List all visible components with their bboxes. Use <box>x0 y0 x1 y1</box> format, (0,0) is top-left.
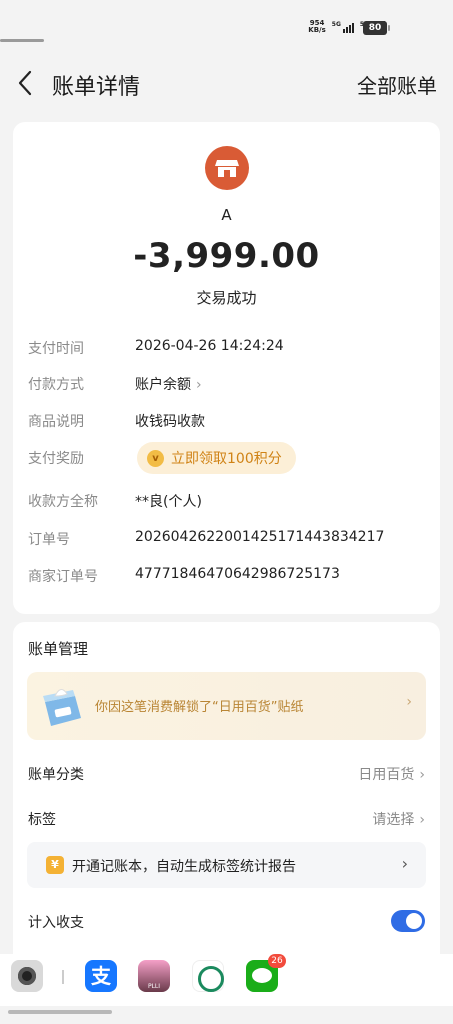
shop-icon <box>205 146 249 190</box>
detail-value: 2026-04-26 14:24:24 <box>135 338 284 354</box>
section-title: 账单管理 <box>28 640 89 658</box>
category-value-text: 日用百货 <box>358 767 415 783</box>
detail-label: 付款方式 <box>28 377 84 393</box>
bill-management-card: 账单管理 你因这笔消费解锁了“日用百货”贴纸 › 账单分类 日用百货 › 标签 请… <box>13 622 440 962</box>
banner-text: 你因这笔消费解锁了“日用百货”贴纸 <box>95 700 304 715</box>
detail-label: 支付奖励 <box>28 451 84 467</box>
detail-row-pay-time: 支付时间 2026-04-26 14:24:24 <box>28 336 425 360</box>
wechat-app-icon[interactable]: 26 <box>246 954 286 992</box>
detail-value: 2026042622001425171443834217 <box>135 529 385 545</box>
promo-text: 开通记账本，自动生成标签统计报告 <box>72 859 296 875</box>
dock-divider <box>62 970 64 984</box>
back-icon[interactable] <box>14 68 42 98</box>
net-speed-unit: KB/s <box>308 26 326 34</box>
detail-value: 47771846470642986725173 <box>135 566 340 582</box>
nav-bar: 账单详情 全部账单 <box>0 62 453 106</box>
chevron-right-icon: › <box>196 377 202 393</box>
include-row: 计入收支 <box>28 910 425 934</box>
detail-row-merchant-order-no: 商家订单号 47771846470642986725173 <box>28 564 425 588</box>
camera-app-icon[interactable] <box>11 960 43 992</box>
detail-label: 订单号 <box>28 532 70 548</box>
payment-method-link[interactable]: 账户余额 › <box>135 374 202 394</box>
page-title: 账单详情 <box>52 75 141 100</box>
tag-value-text: 请选择 <box>372 812 415 828</box>
bookkeeping-promo[interactable]: ¥ 开通记账本，自动生成标签统计报告 › <box>27 842 426 888</box>
detail-value: **良(个人) <box>135 494 202 510</box>
include-toggle[interactable] <box>391 910 425 932</box>
transaction-card: A -3,999.00 交易成功 支付时间 2026-04-26 14:24:2… <box>13 122 440 614</box>
detail-row-payment-method[interactable]: 付款方式 账户余额 › <box>28 372 425 396</box>
home-indicator <box>8 1010 112 1014</box>
status-bar: 954 KB/s 5G 5G 80 <box>0 14 453 42</box>
net-speed: 954 KB/s <box>308 20 325 34</box>
alipay-app-icon[interactable]: 支 <box>85 960 117 992</box>
signal-icon: 5G <box>332 21 354 33</box>
photo-app-icon[interactable]: PLLI <box>138 960 170 992</box>
chevron-right-icon: › <box>419 812 425 828</box>
transaction-status: 交易成功 <box>196 289 257 307</box>
include-label: 计入收支 <box>28 915 84 931</box>
notification-badge: 26 <box>268 954 286 968</box>
detail-value: 账户余额 <box>135 377 191 393</box>
amount: -3,999.00 <box>133 236 320 276</box>
yen-icon: ¥ <box>46 856 64 874</box>
top-indicator <box>0 39 44 42</box>
merchant-name: A <box>221 206 232 224</box>
tag-row[interactable]: 标签 请选择 › <box>28 807 425 831</box>
category-label: 账单分类 <box>28 767 84 783</box>
photo-app-caption: PLLI <box>147 983 161 990</box>
reward-text: 立即领取100积分 <box>171 451 282 467</box>
detail-label: 收款方全称 <box>28 494 98 510</box>
signal-label: 5G <box>331 21 341 28</box>
detail-label: 商家订单号 <box>28 569 98 585</box>
detail-value: 收钱码收款 <box>135 414 205 430</box>
detail-label: 支付时间 <box>28 341 84 357</box>
detail-row-reward: 支付奖励 v 立即领取100积分 <box>28 442 425 474</box>
category-value: 日用百货 › <box>358 764 425 784</box>
sticker-banner[interactable]: 你因这笔消费解锁了“日用百货”贴纸 › <box>27 672 426 740</box>
tag-value: 请选择 › <box>372 809 425 829</box>
detail-row-order-no: 订单号 2026042622001425171443834217 <box>28 527 425 551</box>
tag-label: 标签 <box>28 812 56 828</box>
chevron-right-icon: › <box>419 767 425 783</box>
detail-row-description: 商品说明 收钱码收款 <box>28 409 425 433</box>
tissue-box-icon <box>39 682 85 732</box>
claim-points-button[interactable]: v 立即领取100积分 <box>137 442 296 474</box>
detail-label: 商品说明 <box>28 414 84 430</box>
all-bills-link[interactable]: 全部账单 <box>357 70 437 99</box>
category-row[interactable]: 账单分类 日用百货 › <box>28 762 425 786</box>
app-dock: 支 PLLI 26 <box>0 954 453 1006</box>
detail-row-payee: 收款方全称 **良(个人) <box>28 489 425 513</box>
chevron-right-icon: › <box>406 694 412 710</box>
coin-icon: v <box>147 449 164 467</box>
chevron-right-icon: › <box>401 854 408 873</box>
bank-app-icon[interactable] <box>192 960 224 992</box>
battery-icon: 80 <box>363 21 390 35</box>
